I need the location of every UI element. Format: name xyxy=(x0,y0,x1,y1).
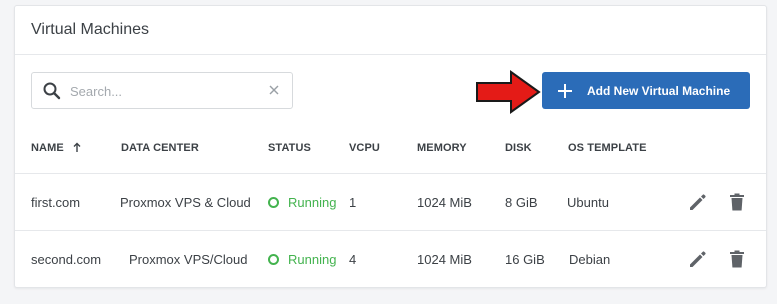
edit-icon[interactable] xyxy=(688,192,708,212)
cell-disk: 8 GiB xyxy=(505,195,538,210)
cell-os-template: Debian xyxy=(569,252,611,267)
cell-data-center: Proxmox VPS & Cloud xyxy=(120,195,251,210)
annotation-arrow-icon xyxy=(476,70,541,114)
sort-ascending-icon[interactable] xyxy=(73,142,81,153)
column-header-status[interactable]: STATUS xyxy=(268,142,311,154)
column-header-os-template[interactable]: OS TEMPLATE xyxy=(568,142,647,154)
divider xyxy=(15,173,766,174)
cell-name: second.com xyxy=(31,252,102,267)
column-header-vcpu[interactable]: VCPU xyxy=(349,142,380,154)
status-running-icon xyxy=(268,254,279,265)
add-button-label: Add New Virtual Machine xyxy=(587,83,731,98)
plus-icon xyxy=(558,83,572,98)
delete-icon[interactable] xyxy=(727,192,747,212)
search-box[interactable] xyxy=(31,72,293,109)
panel-title: Virtual Machines xyxy=(31,21,149,38)
clear-icon[interactable] xyxy=(268,84,280,96)
cell-data-center: Proxmox VPS/Cloud xyxy=(129,252,248,267)
add-new-virtual-machine-button[interactable]: Add New Virtual Machine xyxy=(542,72,750,109)
virtual-machines-panel: Virtual Machines Add New Virtual Machine… xyxy=(14,5,767,288)
column-header-data-center[interactable]: DATA CENTER xyxy=(121,142,199,154)
column-header-disk[interactable]: DISK xyxy=(505,142,532,154)
divider xyxy=(15,54,766,55)
cell-vcpu: 1 xyxy=(349,195,357,210)
column-header-name[interactable]: NAME xyxy=(31,142,64,154)
delete-icon[interactable] xyxy=(727,249,747,269)
divider xyxy=(15,230,766,231)
cell-vcpu: 4 xyxy=(349,252,357,267)
search-input[interactable] xyxy=(70,79,260,103)
column-header-memory[interactable]: MEMORY xyxy=(417,142,467,154)
edit-icon[interactable] xyxy=(688,249,708,269)
cell-disk: 16 GiB xyxy=(505,252,545,267)
cell-memory: 1024 MiB xyxy=(417,252,472,267)
cell-os-template: Ubuntu xyxy=(567,195,609,210)
status-badge: Running xyxy=(288,195,337,210)
status-running-icon xyxy=(268,197,279,208)
status-badge: Running xyxy=(288,252,337,267)
cell-memory: 1024 MiB xyxy=(417,195,472,210)
cell-name: first.com xyxy=(31,195,81,210)
search-icon xyxy=(43,82,61,100)
